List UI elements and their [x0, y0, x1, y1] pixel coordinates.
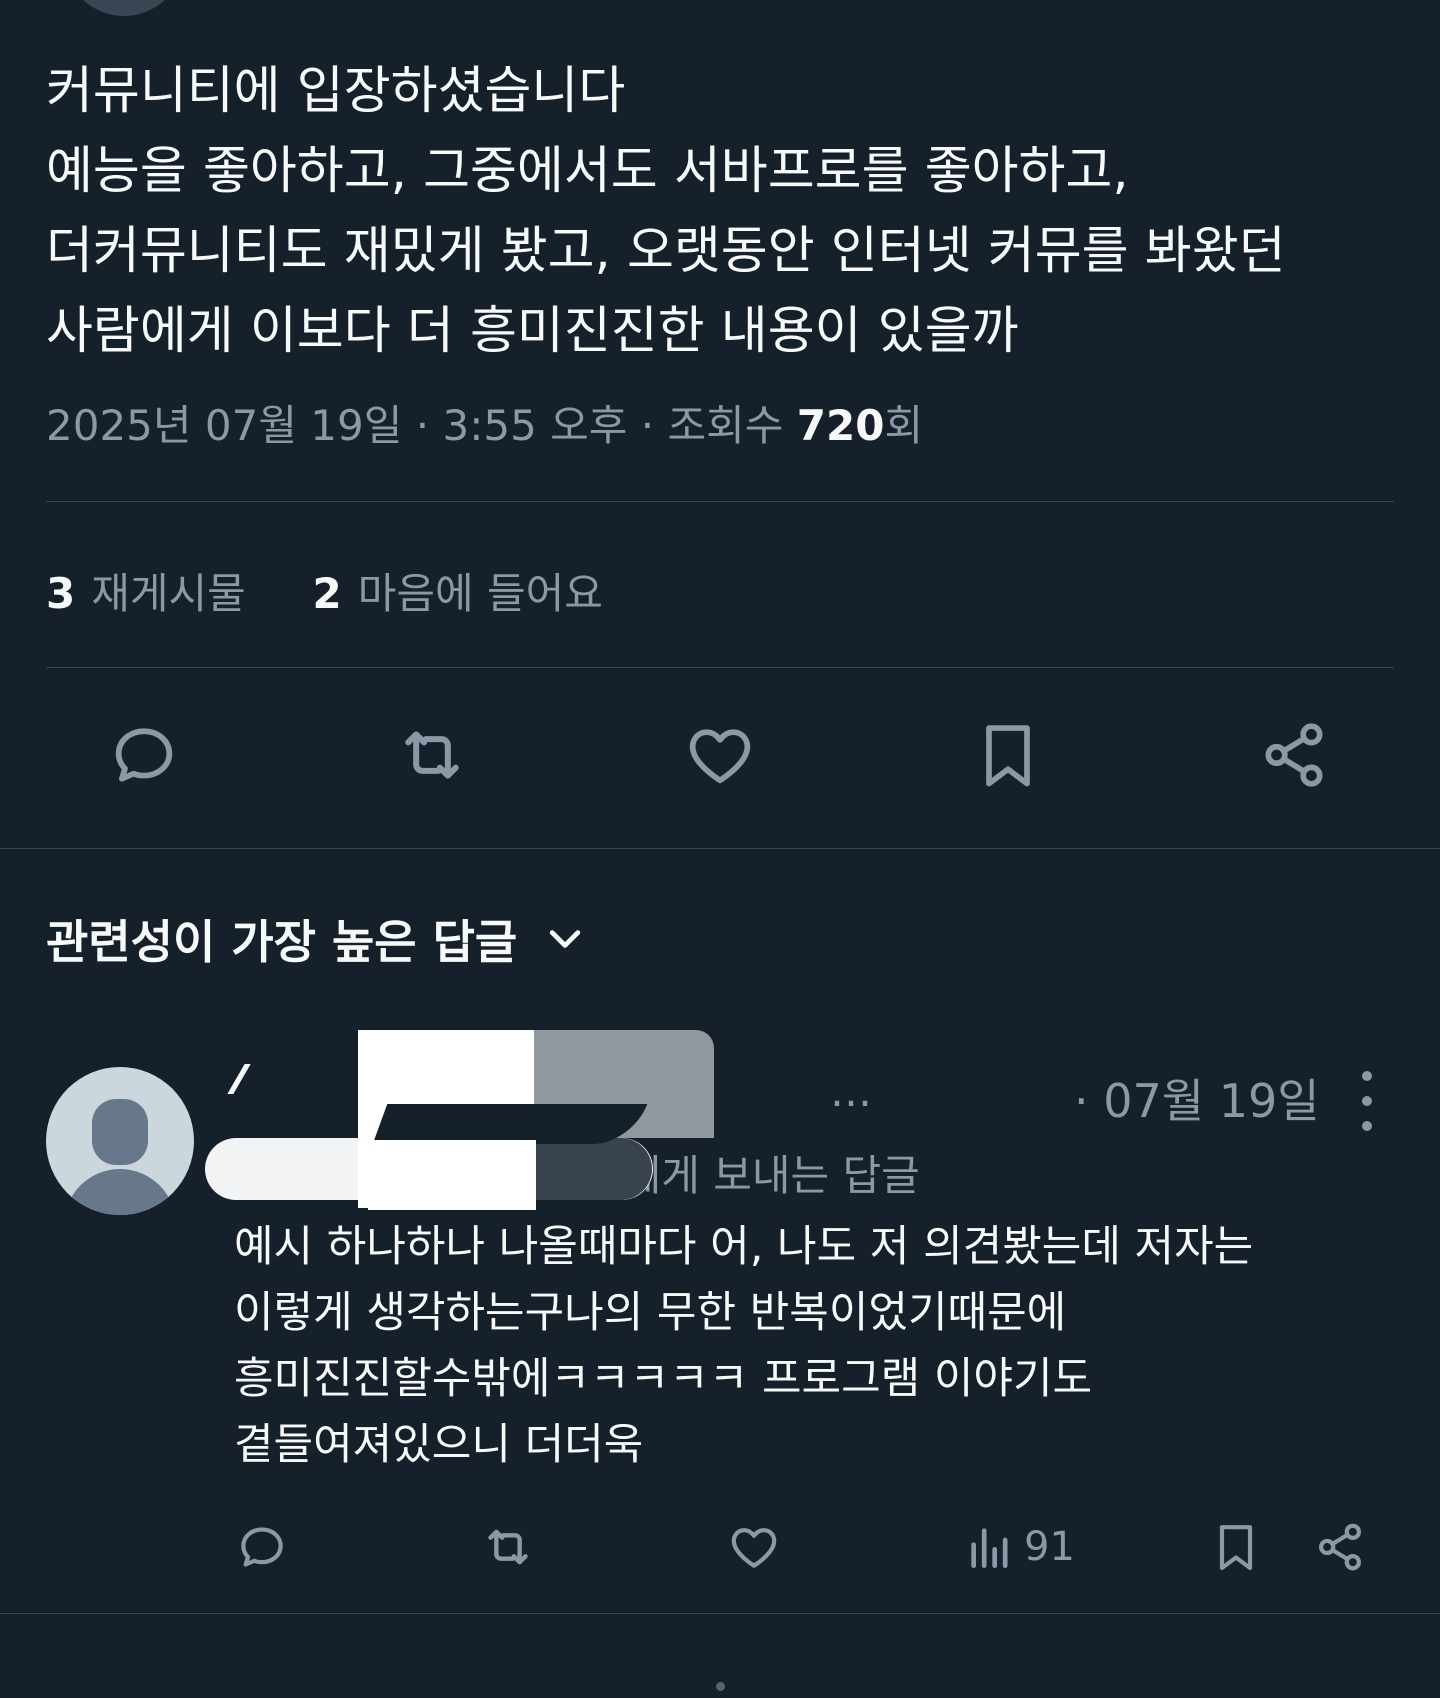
reply-body: 예시 하나하나 나올때마다 어, 나도 저 의견봤는데 저자는 이렇게 생각하는…	[234, 1214, 1414, 1478]
reply-like-button[interactable]	[726, 1515, 782, 1579]
divider	[46, 667, 1394, 668]
engagement-stats: 3 재게시물 2 마음에 들어요	[46, 560, 603, 621]
bookmark-icon	[986, 725, 1030, 787]
reply-views-count: 91	[1024, 1524, 1075, 1570]
reply-action-bar: 91	[0, 1515, 1440, 1579]
tweet-action-bar	[0, 715, 1440, 795]
reply-bookmark-button[interactable]	[1208, 1515, 1264, 1579]
author-avatar[interactable]	[64, 0, 184, 16]
reply-line: 흥미진진할수밖에ㅋㅋㅋㅋㅋ 프로그램 이야기도	[234, 1354, 1093, 1404]
tweet-line: 사람에게 이보다 더 흥미진진한 내용이 있을까	[46, 302, 1019, 361]
like-button[interactable]	[680, 715, 760, 795]
redaction-mark	[372, 1104, 648, 1144]
reply-line: 곁들여져있으니 더더욱	[234, 1420, 644, 1470]
reposts-label: 재게시물	[91, 569, 246, 618]
tweet-date[interactable]: 2025년 07월 19일	[46, 401, 402, 450]
views-label: 조회수	[667, 401, 784, 450]
tweet-line: 더커뮤니티도 재밌게 봤고, 오랫동안 인터넷 커뮤를 봐왔던	[46, 222, 1286, 281]
divider	[0, 1613, 1440, 1614]
views-count: 720	[796, 401, 885, 450]
reply-handle[interactable]: …	[830, 1067, 872, 1116]
meta-separator: ·	[415, 401, 430, 450]
chevron-down-icon	[550, 930, 581, 948]
bar-chart-icon	[971, 1528, 1008, 1568]
redaction-mark	[532, 1138, 652, 1200]
comment-icon	[115, 728, 173, 782]
more-options-button[interactable]	[1352, 1071, 1382, 1131]
heart-icon	[689, 729, 751, 784]
replies-section-title: 관련성이 가장 높은 답글	[46, 915, 518, 969]
divider	[0, 848, 1440, 849]
reply-views-button[interactable]: 91	[962, 1515, 1075, 1579]
divider	[46, 501, 1394, 502]
bookmark-button[interactable]	[968, 715, 1048, 795]
share-icon	[1265, 723, 1323, 787]
reply-avatar[interactable]	[46, 1067, 194, 1215]
tweet-meta: 2025년 07월 19일 · 3:55 오후 · 조회수 720회	[46, 392, 923, 453]
tweet-time[interactable]: 3:55 오후	[442, 401, 627, 450]
meta-separator: ·	[640, 401, 655, 450]
redaction-mark	[368, 1140, 536, 1210]
reply-repost-button[interactable]	[480, 1515, 536, 1579]
likes-stat[interactable]: 2 마음에 들어요	[313, 569, 603, 618]
reposts-stat[interactable]: 3 재게시물	[46, 569, 246, 618]
repost-button[interactable]	[392, 715, 472, 795]
repost-icon	[488, 1529, 528, 1565]
likes-count: 2	[312, 569, 342, 618]
reply-button[interactable]	[104, 715, 184, 795]
share-button[interactable]	[1254, 715, 1334, 795]
likes-label: 마음에 들어요	[357, 569, 603, 618]
comment-icon	[241, 1527, 283, 1567]
replies-sort-toggle[interactable]: 관련성이 가장 높은 답글	[46, 906, 587, 972]
tweet-line: 커뮤니티에 입장하셨습니다	[46, 62, 626, 121]
reposts-count: 3	[46, 569, 76, 618]
reply-share-button[interactable]	[1312, 1515, 1368, 1579]
reply-line: 예시 하나하나 나올때마다 어, 나도 저 의견봤는데 저자는	[234, 1222, 1254, 1272]
heart-icon	[731, 1528, 777, 1568]
views-suffix: 회	[884, 401, 924, 450]
reply-time[interactable]: · 07월 19일	[1074, 1065, 1320, 1131]
share-icon	[1319, 1523, 1361, 1571]
repost-icon	[405, 731, 459, 779]
tweet-line: 예능을 좋아하고, 그중에서도 서바프로를 좋아하고,	[46, 142, 1129, 201]
reply-reply-button[interactable]	[234, 1515, 290, 1579]
tweet-body: 커뮤니티에 입장하셨습니다 예능을 좋아하고, 그중에서도 서바프로를 좋아하고…	[46, 52, 1406, 372]
reply-line: 이렇게 생각하는구나의 무한 반복이었기때문에	[234, 1288, 1067, 1338]
loading-indicator	[716, 1682, 725, 1691]
bookmark-icon	[1219, 1525, 1253, 1571]
